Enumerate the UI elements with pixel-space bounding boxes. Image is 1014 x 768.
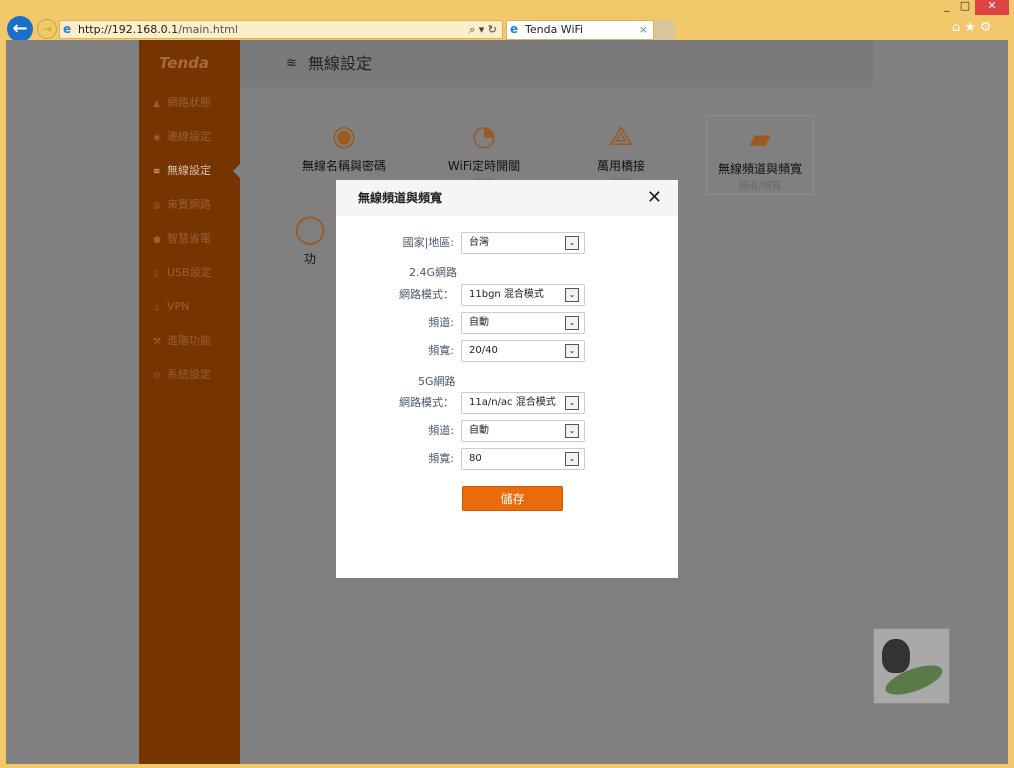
channel-bandwidth-dialog: 無線頻道與頻寬 ✕ 國家|地區: 台灣 ⌄ 2.4G網路 網路模式： 11bgn 混合模…: [336, 180, 678, 578]
nav-icon: ▲: [153, 99, 160, 109]
new-tab-button[interactable]: [655, 20, 675, 40]
search-refresh-icons[interactable]: ⌕ ▾ ↻: [469, 21, 497, 38]
sidebar-item-7[interactable]: ⚒ 進階功能: [139, 324, 240, 358]
address-bar[interactable]: e http://192.168.0.1/main.html ⌕ ▾ ↻: [59, 20, 503, 39]
sidebar-item-0[interactable]: ▲ 網路狀態: [139, 86, 240, 120]
tenda-logo: Tenda: [159, 54, 210, 72]
mode-label: 網路模式：: [399, 396, 454, 409]
tab-title: Tenda WiFi: [525, 23, 584, 36]
dialog-title: 無線頻道與頻寬: [358, 191, 443, 205]
road-icon: ▰: [749, 122, 771, 155]
nav-icon: ⚒: [153, 337, 162, 347]
sidebar-item-1[interactable]: ◉ 連線設定: [139, 120, 240, 154]
back-button[interactable]: ←: [7, 16, 33, 42]
sidebar-item-label: 智慧省電: [167, 232, 211, 245]
nav-icon: ◍: [153, 201, 161, 211]
forward-button[interactable]: →: [37, 19, 57, 39]
card-label: 無線頻道與頻寬: [717, 162, 802, 176]
sidebar: Tenda ▲ 網路狀態 ◉ 連線設定 ≋ 無線設定 ◍ 來賓網路 ● 智慧省電 ▯ USB設定 ⊥ VP…: [139, 40, 240, 764]
chevron-down-icon: ⌄: [565, 236, 579, 250]
ie-icon: e: [63, 22, 72, 36]
url-host: http://192.168.0.1: [78, 23, 179, 36]
nav-icon: ≋: [153, 167, 161, 177]
timer-icon: ◔: [471, 119, 497, 152]
country-label: 國家|地區:: [402, 236, 454, 249]
sidebar-item-label: 來賓網路: [167, 198, 211, 211]
sidebar-item-6[interactable]: ⊥ VPN: [139, 290, 240, 324]
chevron-down-icon: ⌄: [565, 288, 579, 302]
page-header: ≋ 無線設定: [240, 40, 873, 87]
maximize-button[interactable]: □: [958, 0, 972, 14]
mode-24-select[interactable]: 11bgn 混合模式 ⌄: [461, 284, 585, 306]
card-label: 萬用橋接: [596, 159, 645, 173]
sidebar-item-8[interactable]: ⊙ 系統設定: [139, 358, 240, 392]
sidebar-item-label: 網路狀態: [167, 96, 211, 109]
chevron-down-icon: ⌄: [565, 316, 579, 330]
nav-icon: ▯: [153, 269, 158, 279]
sidebar-item-4[interactable]: ● 智慧省電: [139, 222, 240, 256]
section-2-4g: 2.4G網路: [409, 266, 458, 279]
sidebar-item-2[interactable]: ≋ 無線設定: [139, 154, 240, 188]
sidebar-item-label: VPN: [167, 300, 190, 313]
sidebar-item-label: 無線設定: [167, 164, 211, 177]
mode-label: 網路模式：: [399, 288, 454, 301]
sidebar-item-label: USB設定: [167, 266, 212, 279]
bandwidth-5-select[interactable]: 80 ⌄: [461, 448, 585, 470]
card-status: 頻道/頻寬: [738, 181, 782, 192]
card-label: 功: [303, 252, 316, 266]
nav-icon: ◉: [153, 133, 161, 143]
home-favorites-settings-icons[interactable]: ⌂★⚙: [952, 20, 996, 35]
card-label: WiFi定時開關: [447, 159, 521, 173]
sidebar-item-5[interactable]: ▯ USB設定: [139, 256, 240, 290]
hotspot-icon: ◉: [331, 119, 357, 152]
url-path: /main.html: [178, 23, 238, 36]
bandwidth-label: 頻寬:: [428, 344, 454, 357]
chevron-down-icon: ⌄: [565, 344, 579, 358]
card-wifi-schedule[interactable]: ◔WiFi定時開關關閉: [430, 115, 538, 189]
section-5g: 5G網路: [418, 375, 456, 388]
card-power[interactable]: ◯ 功: [280, 208, 340, 267]
tab-tenda-wifi[interactable]: e Tenda WiFi ×: [506, 20, 654, 40]
save-button[interactable]: 儲存: [462, 486, 563, 511]
card-wifi-name-password[interactable]: ◉ 無線名稱與密碼: [290, 115, 398, 174]
bandwidth-24-select[interactable]: 20/40 ⌄: [461, 340, 585, 362]
wifi-icon: ≋: [286, 56, 297, 71]
minimize-button[interactable]: _: [940, 0, 954, 14]
sidebar-item-3[interactable]: ◍ 來賓網路: [139, 188, 240, 222]
page-title: 無線設定: [308, 54, 373, 73]
sidebar-item-label: 連線設定: [167, 130, 211, 143]
chevron-down-icon: ⌄: [565, 452, 579, 466]
chevron-down-icon: ⌄: [565, 424, 579, 438]
chevron-down-icon: ⌄: [565, 396, 579, 410]
share-icon: ⟁: [608, 119, 634, 152]
channel-24-select[interactable]: 自動 ⌄: [461, 312, 585, 334]
nav-icon: ⊙: [153, 371, 161, 381]
channel-label: 頻道:: [428, 316, 454, 329]
power-icon: ◯: [294, 212, 326, 245]
sidebar-item-label: 系統設定: [167, 368, 211, 381]
watermark-bear-logo: [873, 628, 950, 704]
nav-icon: ⊥: [153, 303, 161, 313]
channel-label: 頻道:: [428, 424, 454, 437]
close-window-button[interactable]: ✕: [975, 0, 1009, 15]
card-channel-bandwidth[interactable]: ▰ 無線頻道與頻寬 頻道/頻寬: [706, 115, 814, 195]
ie-icon: e: [510, 22, 519, 36]
country-select[interactable]: 台灣 ⌄: [461, 232, 585, 254]
nav-icon: ●: [153, 235, 161, 245]
mode-5-select[interactable]: 11a/n/ac 混合模式 ⌄: [461, 392, 585, 414]
bandwidth-label: 頻寬:: [428, 452, 454, 465]
card-universal-bridge[interactable]: ⟁萬用橋接關閉: [567, 115, 675, 189]
close-icon[interactable]: ✕: [647, 180, 662, 216]
sidebar-item-label: 進階功能: [167, 334, 211, 347]
card-label: 無線名稱與密碼: [301, 159, 386, 173]
channel-5-select[interactable]: 自動 ⌄: [461, 420, 585, 442]
tab-close-icon[interactable]: ×: [639, 21, 648, 39]
